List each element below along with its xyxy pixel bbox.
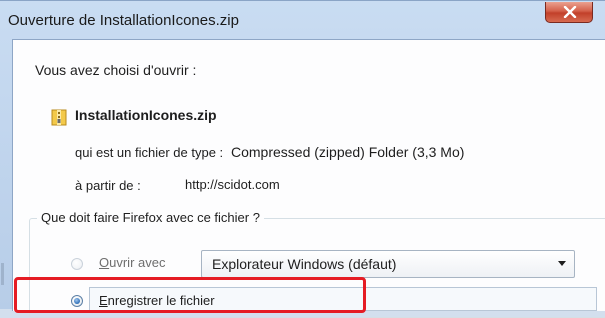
open-with-hotkey: O: [99, 255, 110, 270]
dialog-title: Ouverture de InstallationIcones.zip: [8, 12, 239, 29]
window-edge-accent: [1, 263, 4, 285]
source-label: à partir de :: [75, 178, 141, 193]
close-icon: [563, 6, 577, 18]
file-type-label: qui est un fichier de type :: [75, 145, 224, 160]
zip-folder-icon: [51, 109, 67, 126]
open-with-label[interactable]: Ouvrir avec: [99, 255, 165, 270]
intro-text: Vous avez choisi d'ouvrir :: [35, 62, 197, 78]
open-with-app-select[interactable]: Explorateur Windows (défaut): [201, 250, 575, 278]
source-value: http://scidot.com: [185, 177, 280, 192]
file-name: InstallationIcones.zip: [75, 107, 217, 123]
action-question: Que doit faire Firefox avec ce fichier ?: [37, 210, 264, 225]
close-button[interactable]: [545, 2, 593, 23]
file-type-value: Compressed (zipped) Folder (3,3 Mo): [231, 144, 465, 160]
download-dialog: Ouverture de InstallationIcones.zip Vous…: [0, 0, 605, 318]
open-with-label-text: uvrir avec: [109, 255, 166, 270]
open-with-app-value: Explorateur Windows (défaut): [212, 256, 397, 272]
chevron-down-icon: [558, 261, 566, 266]
title-bar[interactable]: Ouverture de InstallationIcones.zip: [0, 1, 605, 39]
dialog-content: Vous avez choisi d'ouvrir : Installation…: [12, 39, 605, 318]
open-with-radio[interactable]: [71, 258, 83, 270]
